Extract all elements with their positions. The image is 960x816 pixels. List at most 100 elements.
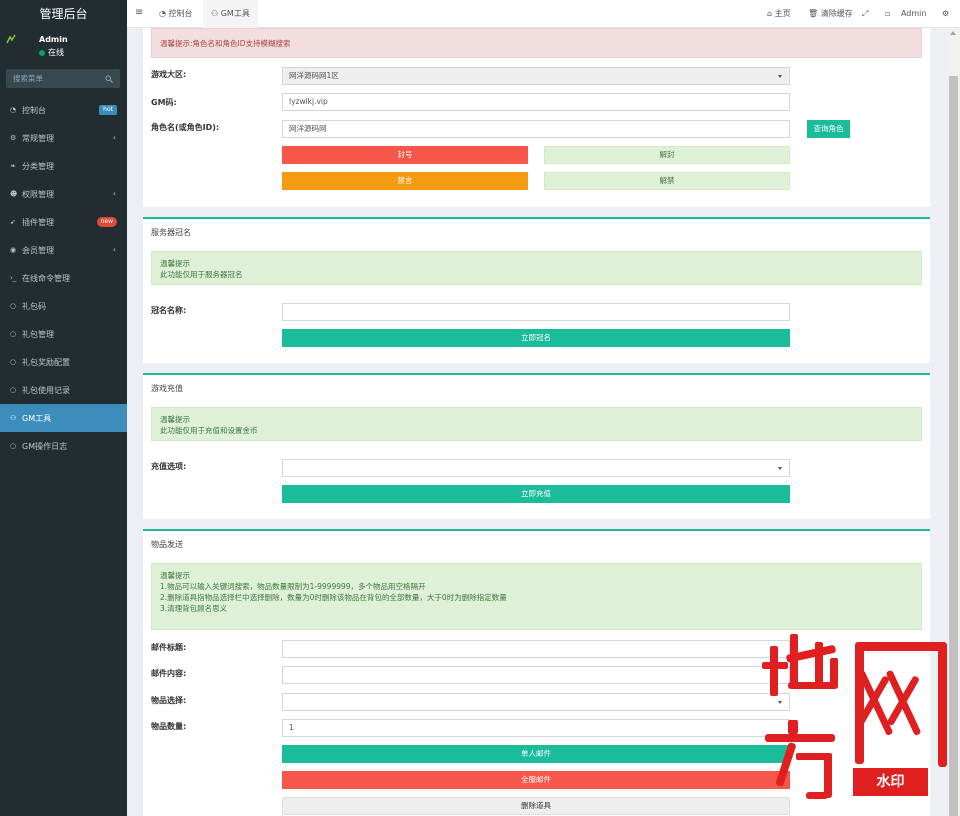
user-status-text: 在线 [48,48,64,57]
user-panel: Admin 在线 [0,28,127,64]
mail-content-label: 邮件内容: [151,669,187,678]
chevron-left-icon: ‹ [112,133,116,142]
chevron-left-icon: ‹ [112,245,116,254]
sidebar-item-category[interactable]: ❧ 分类管理 [0,152,127,180]
gm-code-input[interactable]: lyzwlkj.vip [282,93,790,111]
gamepad-icon: ⚇ [211,9,221,18]
sidebar-item-dashboard[interactable]: ◔ 控制台 hot [0,96,127,124]
chevron-down-icon [778,701,782,704]
circle-icon: ○ [10,442,17,450]
user-status: 在线 [39,47,64,58]
sidebar-item-members[interactable]: ◉ 会员管理 ‹ [0,236,127,264]
mail-title-label: 邮件标题: [151,643,187,652]
alert-title: 温馨提示 [160,415,190,424]
sidebar-item-label: 权限管理 [22,189,54,199]
gear-icon[interactable]: ⚙ [942,0,949,28]
clear-cache-button[interactable]: 🗑 清除缓存 [808,0,853,28]
mail-title-input[interactable] [282,640,790,658]
sidebar-item-label: GM操作日志 [22,441,68,451]
recharge-option-label: 充值选项: [151,462,187,471]
sidebar-item-gift-records[interactable]: ○ 礼包使用记录 [0,376,127,404]
sidebar-item-label: 在线命令管理 [22,273,70,283]
sidebar-item-gift-management[interactable]: ○ 礼包管理 [0,320,127,348]
dashboard-icon: ◔ [159,9,169,18]
unban-button[interactable]: 解封 [544,146,790,164]
scroll-up-icon[interactable] [950,31,956,35]
sidebar-item-label: 礼包使用记录 [22,385,70,395]
role-box: 温馨提示:角色名和角色ID支持模糊搜索 游戏大区: 网洋源码网1区 GM码: l… [143,28,930,207]
home-link[interactable]: ⌂ 主页 [767,0,791,28]
alert-line: 1.物品可以输入关键词搜索，物品数量限制为1-9999999，多个物品用空格隔开 [160,582,426,591]
circle-icon: ○ [10,386,17,394]
delete-item-button[interactable]: 删除道具 [282,797,790,815]
sidebar-item-label: 分类管理 [22,161,54,171]
title-name-label: 冠名名称: [151,306,187,315]
avatar-icon [6,34,16,44]
title-name-input[interactable] [282,303,790,321]
item-send-heading: 物品发送 [151,540,183,549]
tab-dashboard[interactable]: ◔ 控制台 [151,0,201,28]
admin-menu[interactable]: ▫ Admin [885,0,926,28]
item-send-alert: 温馨提示 1.物品可以输入关键词搜索，物品数量限制为1-9999999，多个物品… [151,563,922,630]
zone-select-value: 网洋源码网1区 [289,71,339,80]
mute-button[interactable]: 禁言 [282,172,528,190]
role-name-input[interactable]: 网洋源码网 [282,120,790,138]
server-title-alert: 温馨提示 此功能仅用于服务器冠名 [151,251,922,285]
sidebar-item-general[interactable]: ⚙ 常规管理 ‹ [0,124,127,152]
home-label: 主页 [774,9,791,18]
tab-label: GM工具 [220,9,250,18]
brand-title[interactable]: 管理后台 [0,0,127,28]
main-content: 温馨提示:角色名和角色ID支持模糊搜索 游戏大区: 网洋源码网1区 GM码: l… [127,28,947,816]
circle-icon: ○ [10,302,17,310]
fullscreen-icon[interactable]: ⤢ [862,0,868,28]
all-server-mail-button[interactable]: 全服邮件 [282,771,790,789]
chevron-down-icon [778,467,782,470]
recharge-alert: 温馨提示 此功能仅用于充值和设置金币 [151,407,922,441]
sidebar-item-label: 常规管理 [22,133,54,143]
chevron-left-icon: ‹ [112,189,116,198]
mail-content-input[interactable] [282,666,790,684]
sidebar-item-label: 礼包管理 [22,329,54,339]
menu-toggle-icon[interactable]: ≡ [135,7,143,18]
new-badge: new [96,217,117,227]
clear-cache-label: 清除缓存 [820,9,853,18]
sidebar-item-online-commands[interactable]: ›_ 在线命令管理 [0,264,127,292]
sidebar-menu: ◔ 控制台 hot ⚙ 常规管理 ‹ ❧ 分类管理 ☻ 权限管理 ‹ ➹ 插件管理 new… [0,96,127,460]
sidebar-item-gm-logs[interactable]: ○ GM操作日志 [0,432,127,460]
sidebar-item-label: 礼包奖励配置 [22,357,70,367]
single-mail-button[interactable]: 单人邮件 [282,745,790,763]
chevron-down-icon [778,75,782,78]
circle-icon: ○ [10,330,17,338]
alert-title: 温馨提示 [160,259,190,268]
tab-gm-tools[interactable]: ⚇ GM工具 [203,0,258,28]
item-select[interactable] [282,693,790,711]
gamepad-icon: ⚇ [10,414,17,422]
sidebar-search-input[interactable] [13,74,93,83]
leaf-icon: ❧ [10,162,16,170]
sidebar-item-gift-rewards[interactable]: ○ 礼包奖励配置 [0,348,127,376]
alert-line: 2.删除道具指物品选择栏中选择删除，数量为0时删除该物品在背包的全部数量，大于0… [160,593,507,602]
zone-select[interactable]: 网洋源码网1区 [282,67,790,85]
recharge-option-select[interactable] [282,459,790,477]
query-role-button[interactable]: 查询角色 [807,120,850,138]
sidebar-item-gm-tools[interactable]: ⚇ GM工具 [0,404,127,432]
unmute-button[interactable]: 解禁 [544,172,790,190]
page-scrollbar[interactable] [947,28,960,816]
sidebar-item-label: 插件管理 [22,217,54,227]
user-name: Admin [39,35,68,44]
ban-button[interactable]: 封号 [282,146,528,164]
group-icon: ☻ [10,190,18,198]
sidebar-item-plugins[interactable]: ➹ 插件管理 new [0,208,127,236]
item-qty-input[interactable]: 1 [282,719,790,737]
sidebar-item-label: 礼包码 [22,301,46,311]
search-icon[interactable] [105,74,113,83]
recharge-heading: 游戏充值 [151,384,183,393]
submit-title-button[interactable]: 立即冠名 [282,329,790,347]
sidebar: 管理后台 Admin 在线 ◔ 控制台 hot ⚙ 常规管理 ‹ ❧ 分类管理 ☻ 权限… [0,0,127,816]
submit-recharge-button[interactable]: 立即充值 [282,485,790,503]
sidebar-item-gift-codes[interactable]: ○ 礼包码 [0,292,127,320]
sidebar-search [6,69,120,88]
user-circle-icon: ◉ [10,246,17,254]
sidebar-item-auth[interactable]: ☻ 权限管理 ‹ [0,180,127,208]
scrollbar-thumb[interactable] [949,76,958,816]
